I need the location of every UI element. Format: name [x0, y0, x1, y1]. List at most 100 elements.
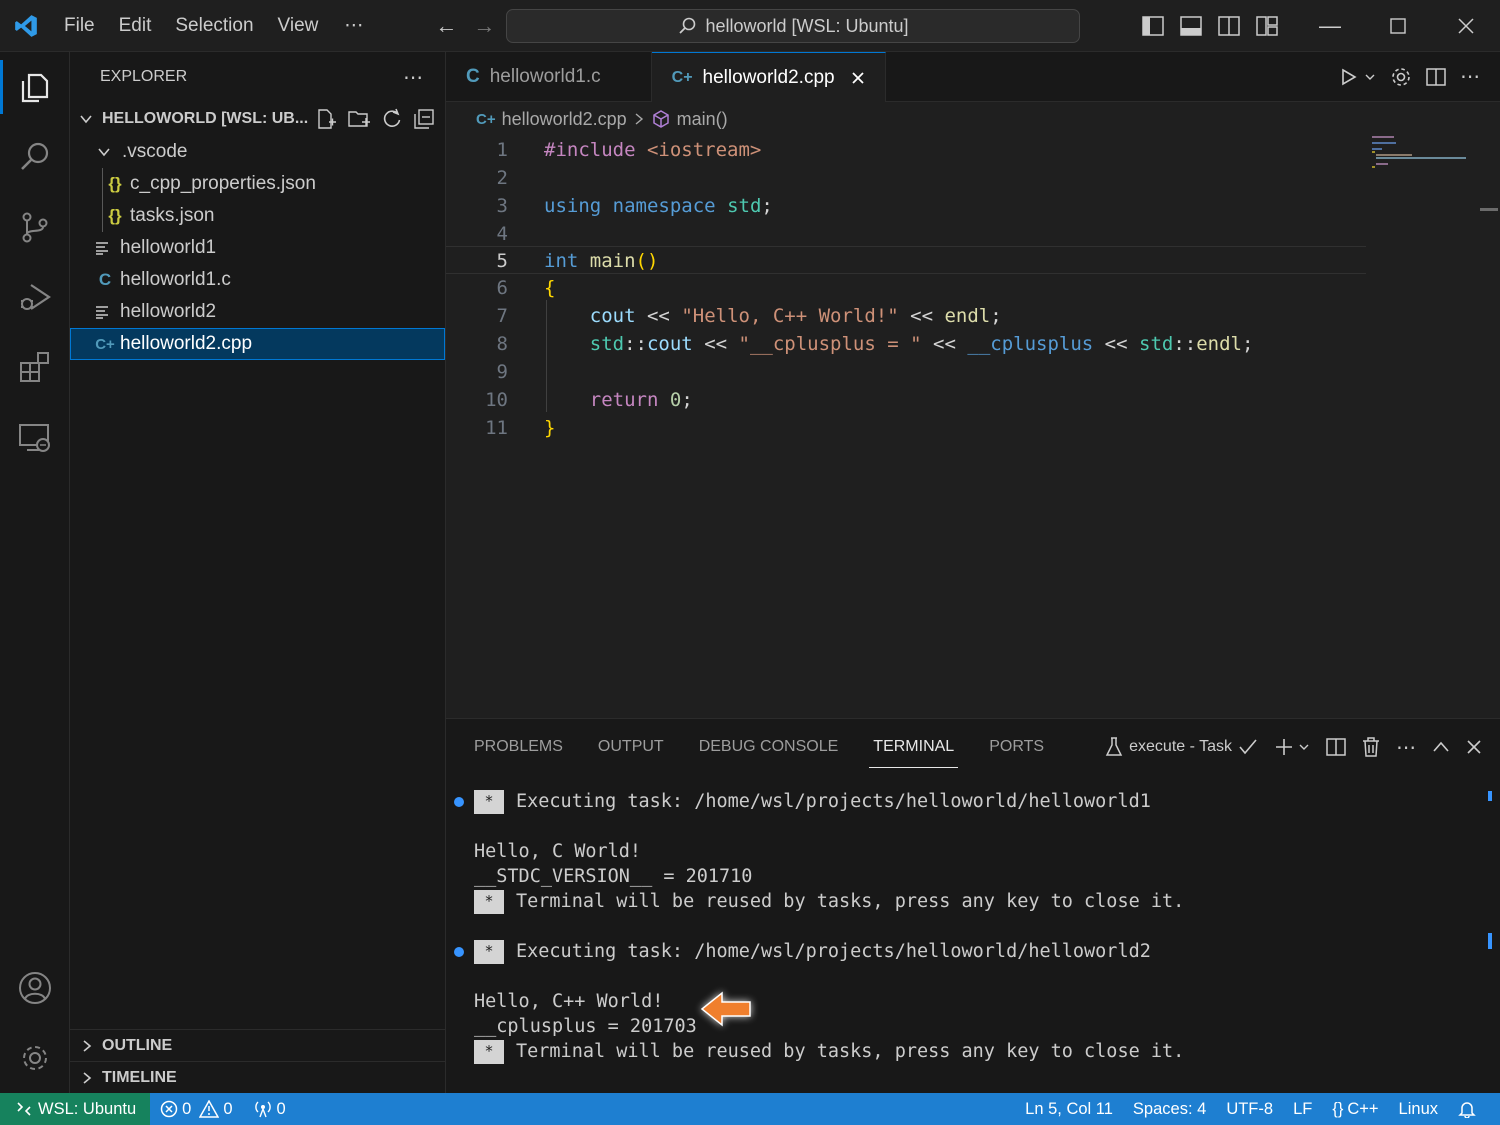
tree-file-helloworld1[interactable]: helloworld1 — [70, 232, 445, 264]
source-control-icon[interactable] — [0, 192, 70, 262]
chevron-down-icon — [78, 111, 98, 127]
breadcrumb-file[interactable]: helloworld2.cpp — [502, 109, 627, 130]
new-file-icon[interactable] — [315, 108, 337, 130]
braces-icon: {} — [1332, 1099, 1344, 1118]
menu-more-icon[interactable]: ⋯ — [330, 0, 377, 52]
terminal-line: * Terminal will be reused by tasks, press… — [474, 1039, 1474, 1064]
terminal-text: Hello, C++ World! — [474, 991, 664, 1012]
remote-explorer-icon[interactable] — [0, 402, 70, 472]
code-line: 3 using namespace std; — [446, 192, 1366, 220]
tab-label: helloworld1.c — [489, 66, 601, 87]
tab-output[interactable]: OUTPUT — [598, 730, 664, 764]
maximize-icon[interactable] — [1364, 0, 1432, 52]
outline-section[interactable]: OUTLINE — [70, 1029, 446, 1061]
collapse-all-icon[interactable] — [413, 108, 435, 130]
tab-helloworld1-c[interactable]: C helloworld1.c — [446, 52, 652, 102]
minimap[interactable] — [1372, 136, 1472, 196]
settings-gear-icon[interactable] — [0, 1023, 70, 1093]
breadcrumb: C+ helloworld2.cpp main() — [446, 102, 1500, 136]
end-of-line[interactable]: LF — [1283, 1100, 1322, 1119]
new-terminal-icon[interactable] — [1274, 737, 1294, 757]
activity-bar — [0, 52, 70, 1093]
tree-file-helloworld2-cpp[interactable]: C+ helloworld2.cpp — [70, 328, 445, 360]
tab-debug-console[interactable]: DEBUG CONSOLE — [699, 730, 839, 764]
tree-file-helloworld2[interactable]: helloworld2 — [70, 296, 445, 328]
customize-layout-icon[interactable] — [1248, 0, 1286, 52]
scrollbar-thumb[interactable] — [1480, 208, 1498, 211]
close-window-icon[interactable] — [1432, 0, 1500, 52]
notifications-bell-icon[interactable] — [1448, 1100, 1486, 1118]
explorer-icon[interactable] — [0, 52, 70, 122]
explorer-more-icon[interactable]: ⋯ — [403, 65, 423, 90]
ports-status[interactable]: 0 — [243, 1100, 296, 1119]
line-number: 10 — [485, 389, 508, 411]
binary-file-icon — [94, 240, 116, 256]
problems-status[interactable]: 0 0 — [150, 1100, 242, 1119]
back-arrow-icon[interactable]: ← — [427, 13, 465, 39]
terminal-line: Hello, C World! — [474, 839, 1474, 864]
more-actions-icon[interactable]: ⋯ — [1460, 64, 1480, 89]
forward-arrow-icon[interactable]: → — [465, 13, 503, 39]
remote-indicator[interactable]: WSL: Ubuntu — [0, 1093, 151, 1125]
run-icon[interactable] — [1338, 67, 1358, 87]
more-actions-icon[interactable]: ⋯ — [1396, 735, 1416, 760]
cpp-configuration[interactable]: Linux — [1389, 1100, 1448, 1119]
toggle-sidebar-icon[interactable] — [1134, 0, 1172, 52]
tree-file-tasks-json[interactable]: {} tasks.json — [70, 200, 445, 232]
menu-file[interactable]: File — [52, 0, 107, 52]
refresh-icon[interactable] — [381, 108, 403, 130]
chevron-down-icon[interactable] — [1364, 71, 1376, 83]
terminal-output[interactable]: * Executing task: /home/wsl/projects/hell… — [454, 789, 1474, 1064]
encoding[interactable]: UTF-8 — [1216, 1100, 1283, 1119]
cpp-file-icon: C+ — [95, 335, 115, 353]
language-mode[interactable]: {} C++ — [1322, 1100, 1388, 1119]
tree-label: tasks.json — [130, 205, 215, 226]
cpp-file-icon: C+ — [476, 110, 496, 128]
trash-icon[interactable] — [1362, 737, 1380, 757]
folder-root[interactable]: HELLOWORLD [WSL: UB... — [70, 102, 445, 136]
split-editor-icon[interactable] — [1426, 67, 1446, 87]
tab-problems[interactable]: PROBLEMS — [474, 730, 563, 764]
terminal-text: __STDC_VERSION__ = 201710 — [474, 866, 753, 887]
extensions-icon[interactable] — [0, 332, 70, 402]
new-folder-icon[interactable] — [347, 108, 371, 130]
c-file-icon: C — [98, 270, 112, 289]
close-panel-icon[interactable] — [1466, 739, 1482, 755]
menu-edit[interactable]: Edit — [107, 0, 164, 52]
split-terminal-icon[interactable] — [1326, 737, 1346, 757]
maximize-panel-icon[interactable] — [1432, 740, 1450, 754]
minimize-icon[interactable]: — — [1296, 0, 1364, 52]
tree-folder-vscode[interactable]: .vscode — [70, 136, 445, 168]
chevron-down-icon[interactable] — [1298, 741, 1310, 753]
indent-guide — [102, 168, 103, 200]
tree-file-c-cpp-properties[interactable]: {} c_cpp_properties.json — [70, 168, 445, 200]
command-decoration-icon — [454, 797, 464, 807]
indentation[interactable]: Spaces: 4 — [1123, 1100, 1216, 1119]
timeline-section[interactable]: TIMELINE — [70, 1061, 446, 1093]
tab-helloworld2-cpp[interactable]: C+ helloworld2.cpp — [651, 52, 886, 103]
close-tab-icon[interactable] — [851, 71, 865, 85]
code-line: 10 return 0; — [446, 386, 1366, 414]
chevron-right-icon — [83, 1071, 92, 1084]
search-sidebar-icon[interactable] — [0, 122, 70, 192]
tab-ports[interactable]: PORTS — [989, 730, 1044, 764]
tab-terminal[interactable]: TERMINAL — [869, 730, 959, 768]
binary-file-icon — [94, 304, 116, 320]
terminal-task-label[interactable]: execute - Task — [1129, 738, 1232, 756]
cursor-position[interactable]: Ln 5, Col 11 — [1015, 1100, 1123, 1119]
line-number: 1 — [496, 139, 508, 161]
toggle-panel-icon[interactable] — [1172, 0, 1210, 52]
menu-selection[interactable]: Selection — [163, 0, 265, 52]
annotation-arrow-icon — [700, 991, 751, 1027]
command-center[interactable]: helloworld [WSL: Ubuntu] — [506, 9, 1080, 43]
code-editor[interactable]: 1 #include <iostream> 2 3 using namespace … — [446, 136, 1500, 718]
gear-icon[interactable] — [1390, 66, 1412, 88]
breadcrumb-symbol[interactable]: main() — [677, 109, 728, 130]
run-debug-icon[interactable] — [0, 262, 70, 332]
toggle-secondary-sidebar-icon[interactable] — [1210, 0, 1248, 52]
menu-view[interactable]: View — [266, 0, 331, 52]
chevron-right-icon — [635, 113, 643, 125]
tree-file-helloworld1-c[interactable]: C helloworld1.c — [70, 264, 445, 296]
accounts-icon[interactable] — [0, 953, 70, 1023]
code-line: 6{ — [446, 274, 1366, 302]
